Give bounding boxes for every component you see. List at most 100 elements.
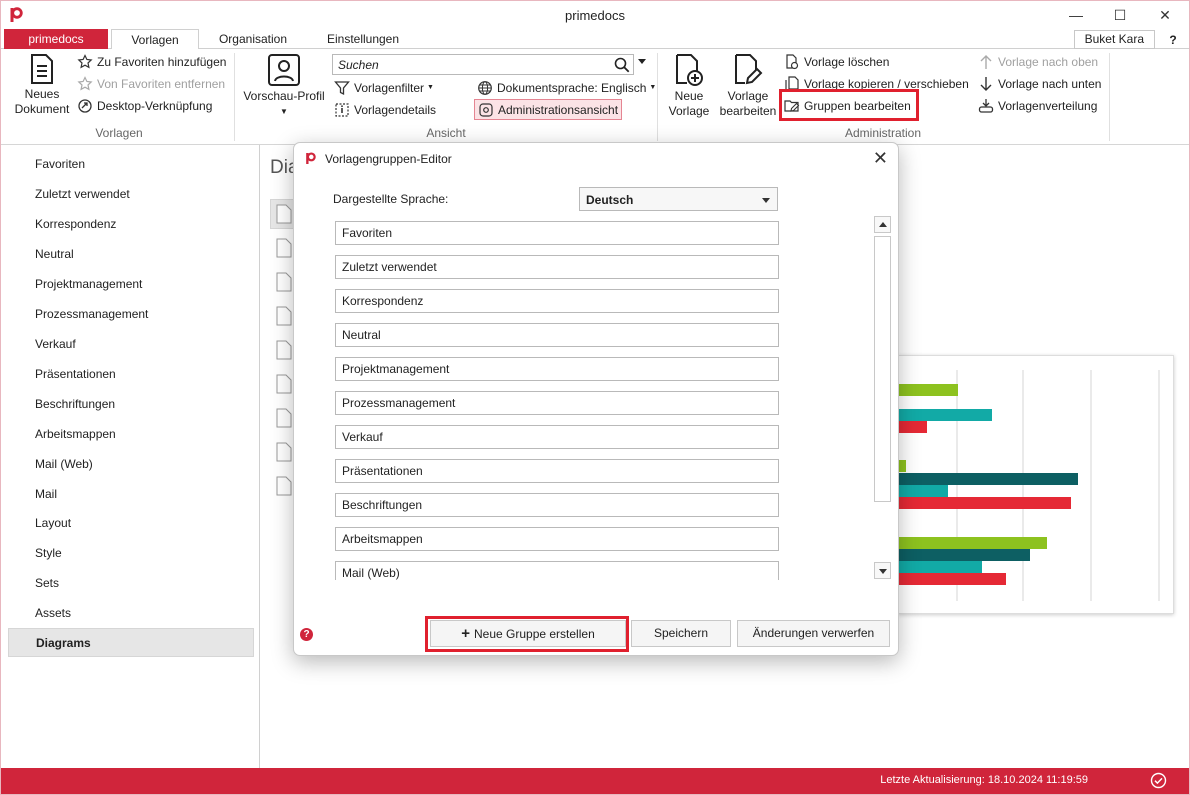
add-favorites-button[interactable]: Zu Favoriten hinzufügen (77, 53, 226, 71)
chevron-down-icon (762, 198, 770, 203)
close-icon[interactable]: ✕ (873, 149, 888, 167)
group-field-praesentationen[interactable]: Präsentationen (335, 459, 779, 483)
search-icon[interactable] (614, 57, 630, 73)
language-select-value: Deutsch (586, 193, 634, 207)
sidebar-item-beschriftungen[interactable]: Beschriftungen (8, 390, 254, 419)
arrow-up-icon (980, 55, 992, 69)
app-window: primedocs — ☐ ✕ primedocs Vorlagen Organ… (0, 0, 1190, 795)
desktop-link-button[interactable]: Desktop-Verknüpfung (77, 97, 212, 115)
sidebar-item-mail[interactable]: Mail (8, 480, 254, 509)
window-title: primedocs (565, 8, 625, 23)
sidebar-item-arbeitsmappen[interactable]: Arbeitsmappen (8, 420, 254, 449)
sidebar-item-projektmanagement[interactable]: Projektmanagement (8, 270, 254, 299)
delete-template-button[interactable]: Vorlage löschen (784, 53, 889, 71)
sidebar-item-verkauf[interactable]: Verkauf (8, 330, 254, 359)
group-field-projektmanagement[interactable]: Projektmanagement (335, 357, 779, 381)
sidebar-item-mail-web[interactable]: Mail (Web) (8, 450, 254, 479)
group-label-vorlagen: Vorlagen (95, 126, 143, 140)
new-template-icon (676, 54, 703, 86)
new-document-label-1: Neues (24, 87, 60, 101)
ribbon: Neues Dokument Zu Favoriten hinzufügen V… (1, 49, 1189, 145)
tab-organisation[interactable]: Organisation (207, 29, 299, 49)
sidebar-item-favoriten[interactable]: Favoriten (8, 150, 254, 179)
scroll-down-button[interactable] (874, 562, 891, 579)
group-field-mail-web[interactable]: Mail (Web) (335, 561, 779, 580)
new-template-label-1: Neue (674, 89, 704, 103)
group-field-prozessmanagement[interactable]: Prozessmanagement (335, 391, 779, 415)
tab-vorlagen[interactable]: Vorlagen (111, 29, 199, 50)
edit-template-button[interactable]: Vorlage bearbeiten (717, 53, 779, 119)
edit-template-label-2: bearbeiten (719, 104, 777, 118)
scrollbar-thumb[interactable] (874, 236, 891, 502)
template-details-label: Vorlagendetails (354, 103, 437, 117)
search-input[interactable]: Suchen (332, 54, 634, 75)
group-list-scrollbar[interactable] (874, 216, 891, 580)
sidebar-item-style[interactable]: Style (8, 539, 254, 568)
template-details-button[interactable]: Vorlagendetails (334, 101, 436, 119)
remove-favorites-button[interactable]: Von Favoriten entfernen (77, 75, 225, 93)
language-select[interactable]: Deutsch (579, 187, 778, 211)
status-bar: Letzte Aktualisierung: 18.10.2024 11:19:… (1, 768, 1189, 794)
preview-profile-button[interactable]: Vorschau-Profil ▼ (241, 53, 327, 119)
help-icon[interactable]: ? (300, 628, 313, 641)
scroll-up-button[interactable] (874, 216, 891, 233)
help-icon[interactable]: ? (1164, 31, 1182, 49)
group-field-korrespondenz[interactable]: Korrespondenz (335, 289, 779, 313)
search-dropdown-icon[interactable] (638, 59, 646, 64)
sidebar-item-sets[interactable]: Sets (8, 569, 254, 598)
minimize-button[interactable]: — (1053, 1, 1099, 29)
group-field-zuletzt-verwendet[interactable]: Zuletzt verwendet (335, 255, 779, 279)
group-field-favoriten[interactable]: Favoriten (335, 221, 779, 245)
template-filter-button[interactable]: Vorlagenfilter ▼ (334, 79, 434, 97)
move-down-button[interactable]: Vorlage nach unten (978, 75, 1101, 93)
maximize-button[interactable]: ☐ (1097, 1, 1143, 29)
tab-einstellungen[interactable]: Einstellungen (313, 29, 413, 49)
new-document-button[interactable]: Neues Dokument (11, 53, 73, 117)
document-language-button[interactable]: Dokumentsprache: Englisch ▼ (477, 79, 656, 97)
discard-changes-button[interactable]: Änderungen verwerfen (737, 620, 890, 647)
chevron-down-icon: ▼ (280, 107, 288, 116)
admin-view-toggle[interactable]: Administrationsansicht (474, 99, 622, 120)
group-field-arbeitsmappen[interactable]: Arbeitsmappen (335, 527, 779, 551)
user-button[interactable]: Buket Kara (1073, 30, 1155, 49)
admin-view-label: Administrationsansicht (498, 102, 619, 117)
remove-favorites-label: Von Favoriten entfernen (97, 77, 226, 91)
sidebar-item-praesentationen[interactable]: Präsentationen (8, 360, 254, 389)
language-label: Dargestellte Sprache: (333, 192, 449, 206)
group-field-beschriftungen[interactable]: Beschriftungen (335, 493, 779, 517)
sidebar-item-prozessmanagement[interactable]: Prozessmanagement (8, 300, 254, 329)
file-icon (276, 476, 292, 496)
preview-profile-label: Vorschau-Profil (243, 89, 325, 103)
sidebar-item-layout[interactable]: Layout (8, 509, 254, 538)
globe-icon (478, 81, 492, 95)
file-icon (276, 204, 292, 224)
group-field-neutral[interactable]: Neutral (335, 323, 779, 347)
bar-chart-preview-image (899, 370, 1160, 601)
dialog-title: Vorlagengruppen-Editor (325, 152, 452, 166)
filter-icon (334, 81, 350, 96)
group-label-ansicht: Ansicht (426, 126, 466, 140)
save-button[interactable]: Speichern (631, 620, 731, 647)
document-icon (31, 54, 53, 84)
distribution-label: Vorlagenverteilung (998, 99, 1098, 113)
group-list: Favoriten Zuletzt verwendet Korresponden… (335, 216, 880, 580)
distribution-button[interactable]: Vorlagenverteilung (978, 97, 1097, 115)
chevron-down-icon: ▼ (427, 84, 434, 91)
group-field-verkauf[interactable]: Verkauf (335, 425, 779, 449)
title-bar: primedocs — ☐ ✕ (1, 1, 1189, 29)
move-up-button[interactable]: Vorlage nach oben (978, 53, 1098, 71)
sidebar: Favoriten Zuletzt verwendet Korresponden… (1, 145, 260, 770)
new-template-button[interactable]: Neue Vorlage (662, 53, 716, 119)
sidebar-item-neutral[interactable]: Neutral (8, 240, 254, 269)
close-button[interactable]: ✕ (1142, 1, 1188, 29)
tab-primedocs[interactable]: primedocs (4, 29, 108, 49)
template-preview (898, 355, 1174, 614)
highlight-edit-groups (779, 89, 919, 121)
sidebar-item-assets[interactable]: Assets (8, 599, 254, 628)
primedocs-logo-icon (306, 152, 316, 164)
new-document-label-2: Dokument (14, 102, 70, 116)
sidebar-item-zuletzt-verwendet[interactable]: Zuletzt verwendet (8, 180, 254, 209)
sidebar-item-diagrams[interactable]: Diagrams (8, 628, 254, 657)
sidebar-item-korrespondenz[interactable]: Korrespondenz (8, 210, 254, 239)
file-icon (276, 408, 292, 428)
